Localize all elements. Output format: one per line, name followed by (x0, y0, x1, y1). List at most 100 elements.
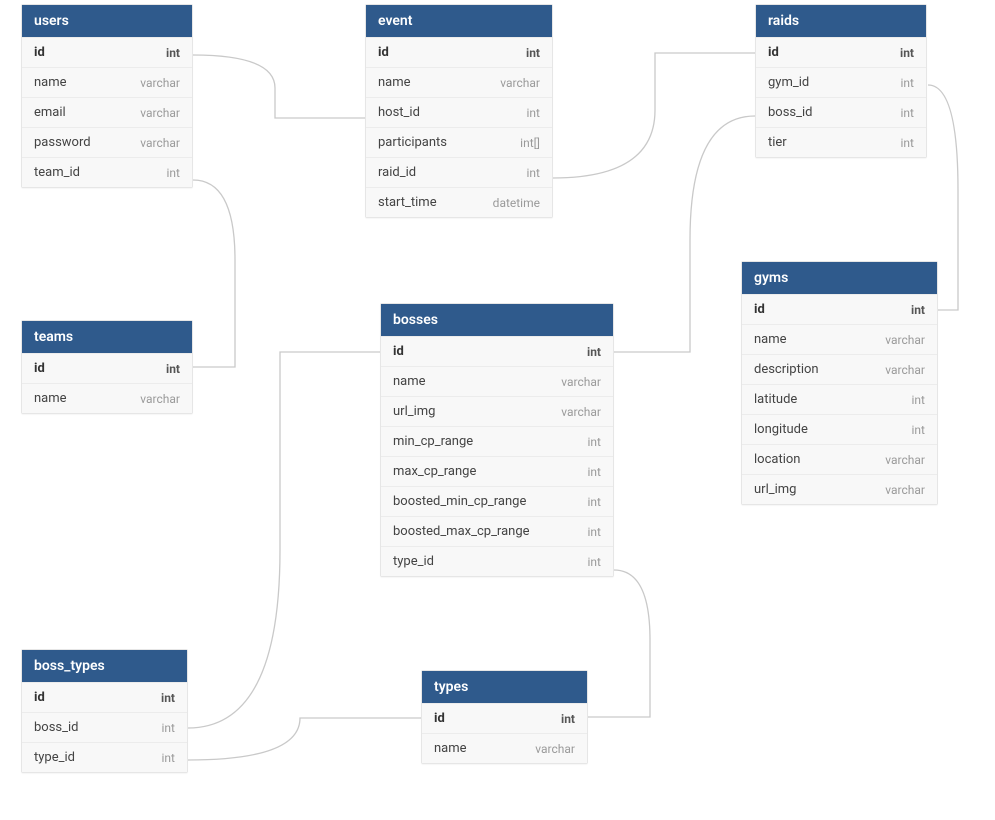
column-name: min_cp_range (393, 434, 473, 449)
column-type: varchar (885, 333, 925, 347)
table-row[interactable]: id int (381, 336, 613, 366)
table-row[interactable]: passwordvarchar (22, 127, 192, 157)
column-name: id (754, 302, 765, 317)
column-name: participants (378, 135, 447, 150)
table-row[interactable]: idint (22, 682, 187, 712)
table-row[interactable]: tierint (756, 127, 926, 157)
table-row[interactable]: host_idint (366, 97, 552, 127)
table-teams[interactable]: teams idint name varchar (21, 320, 193, 414)
column-type: int (526, 46, 540, 60)
column-name: email (34, 105, 66, 120)
column-name: url_img (393, 404, 435, 419)
table-header: gyms (742, 262, 937, 294)
column-name: boosted_min_cp_range (393, 494, 526, 509)
column-type: int (527, 106, 540, 120)
column-type: varchar (885, 453, 925, 467)
column-type: int (911, 303, 925, 317)
table-row[interactable]: latitudeint (742, 384, 937, 414)
table-row[interactable]: type_id int (22, 742, 187, 772)
column-type: int (561, 712, 575, 726)
table-row[interactable]: id int (742, 294, 937, 324)
column-type: int (588, 435, 601, 449)
table-row[interactable]: boosted_max_cp_range int (381, 516, 613, 546)
table-row[interactable]: min_cp_range int (381, 426, 613, 456)
table-row[interactable]: type_idint (381, 546, 613, 576)
column-type: int (900, 46, 914, 60)
column-type: int (587, 345, 601, 359)
column-type: varchar (140, 392, 180, 406)
table-row[interactable]: idint (22, 37, 192, 67)
table-users[interactable]: users idint name varchar email varchar pas… (21, 4, 193, 188)
table-row[interactable]: raid_id int (366, 157, 552, 187)
table-boss-types[interactable]: boss_types idint boss_idint type_id int (21, 649, 188, 773)
column-name: name (34, 75, 67, 90)
column-name: team_id (34, 165, 80, 180)
table-row[interactable]: longitudeint (742, 414, 937, 444)
table-header: teams (22, 321, 192, 353)
table-row[interactable]: participants int[] (366, 127, 552, 157)
table-row[interactable]: boss_idint (756, 97, 926, 127)
table-header: boss_types (22, 650, 187, 682)
table-header: raids (756, 5, 926, 37)
column-type: varchar (885, 363, 925, 377)
table-row[interactable]: locationvarchar (742, 444, 937, 474)
table-row[interactable]: url_imgvarchar (742, 474, 937, 504)
column-type: int[] (520, 136, 540, 150)
table-row[interactable]: name varchar (22, 383, 192, 413)
column-type: varchar (140, 76, 180, 90)
column-type: varchar (535, 742, 575, 756)
table-header: users (22, 5, 192, 37)
column-name: id (768, 45, 779, 60)
table-header: types (422, 671, 587, 703)
column-type: varchar (561, 405, 601, 419)
column-name: max_cp_range (393, 464, 476, 479)
table-row[interactable]: url_img varchar (381, 396, 613, 426)
column-type: varchar (140, 106, 180, 120)
table-bosses[interactable]: bosses idint namevarchar url_imgvarchar … (380, 303, 614, 577)
column-name: name (754, 332, 787, 347)
column-type: varchar (140, 136, 180, 150)
table-raids[interactable]: raids id int gym_idint boss_idint tierint (755, 4, 927, 158)
table-row[interactable]: email varchar (22, 97, 192, 127)
table-row[interactable]: idint (422, 703, 587, 733)
column-type: int (166, 362, 180, 376)
column-name: longitude (754, 422, 808, 437)
table-gyms[interactable]: gyms id int name varchar descriptionvarcha… (741, 261, 938, 505)
column-type: int (162, 751, 175, 765)
column-type: int (588, 465, 601, 479)
table-row[interactable]: id int (756, 37, 926, 67)
table-row[interactable]: start_timedatetime (366, 187, 552, 217)
table-row[interactable]: name varchar (742, 324, 937, 354)
table-types[interactable]: types idint name varchar (421, 670, 588, 764)
column-name: id (378, 45, 389, 60)
table-row[interactable]: namevarchar (381, 366, 613, 396)
column-name: gym_id (768, 75, 809, 90)
table-row[interactable]: gym_idint (756, 67, 926, 97)
table-header: event (366, 5, 552, 37)
table-row[interactable]: max_cp_range int (381, 456, 613, 486)
column-name: type_id (34, 750, 75, 765)
column-name: tier (768, 135, 787, 150)
column-type: int (588, 525, 601, 539)
table-row[interactable]: boss_idint (22, 712, 187, 742)
column-name: id (393, 344, 404, 359)
column-type: int (527, 166, 540, 180)
table-row[interactable]: name varchar (22, 67, 192, 97)
column-name: boosted_max_cp_range (393, 524, 530, 539)
table-row[interactable]: descriptionvarchar (742, 354, 937, 384)
column-name: id (34, 45, 45, 60)
column-name: type_id (393, 554, 434, 569)
column-name: raid_id (378, 165, 416, 180)
table-row[interactable]: boosted_min_cp_rangeint (381, 486, 613, 516)
table-row[interactable]: team_idint (22, 157, 192, 187)
column-type: int (912, 393, 925, 407)
table-row[interactable]: name varchar (422, 733, 587, 763)
table-row[interactable]: idint (22, 353, 192, 383)
column-name: name (378, 75, 411, 90)
table-event[interactable]: event id int namevarchar host_idint parti… (365, 4, 553, 218)
table-row[interactable]: id int (366, 37, 552, 67)
table-row[interactable]: namevarchar (366, 67, 552, 97)
column-type: int (161, 691, 175, 705)
column-name: name (34, 391, 67, 406)
column-name: name (434, 741, 467, 756)
